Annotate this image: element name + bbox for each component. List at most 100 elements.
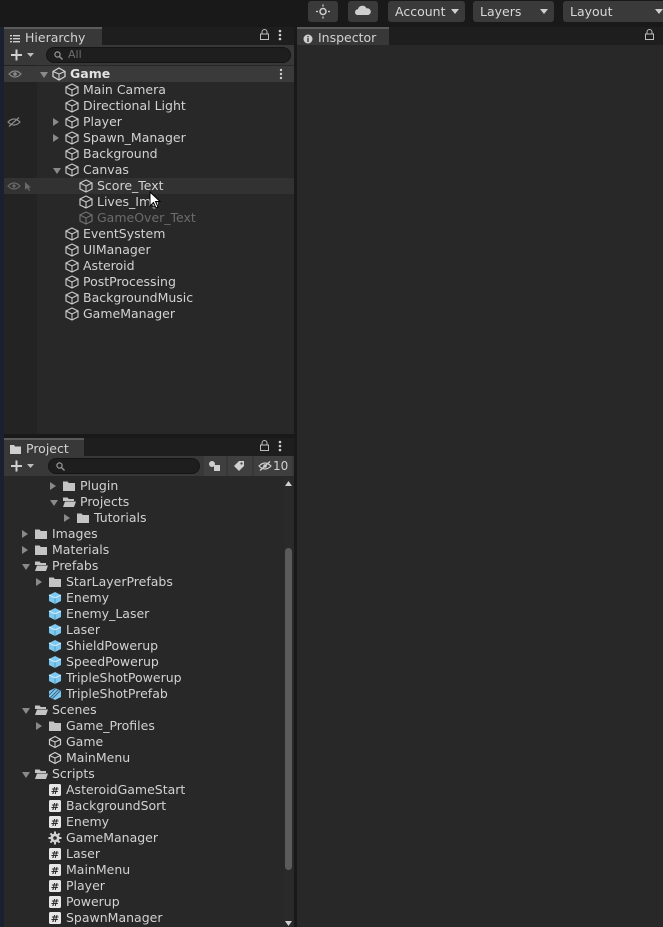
chevron-right-icon[interactable] <box>22 530 28 538</box>
project-item[interactable]: TripleShotPrefab <box>4 686 294 702</box>
project-scrollbar[interactable] <box>284 478 293 927</box>
create-button[interactable] <box>8 46 38 64</box>
hierarchy-item[interactable]: Background <box>4 146 294 162</box>
chevron-down-icon[interactable] <box>22 708 30 714</box>
project-item[interactable]: Tutorials <box>4 510 294 526</box>
chevron-right-icon[interactable] <box>22 546 28 554</box>
plus-icon <box>11 49 34 61</box>
project-item[interactable]: # SpawnManager <box>4 910 294 926</box>
project-item[interactable]: # Laser <box>4 846 294 862</box>
project-item[interactable]: GameManager <box>4 830 294 846</box>
cloud-button[interactable] <box>348 1 378 22</box>
scene-header-row[interactable]: Game <box>4 66 294 82</box>
scroll-down-icon[interactable] <box>285 921 292 926</box>
project-item[interactable]: Plugin <box>4 478 294 494</box>
project-item[interactable]: StarLayerPrefabs <box>4 574 294 590</box>
chevron-right-icon[interactable] <box>50 482 56 490</box>
project-toolbar: 10 <box>4 456 294 476</box>
project-search-input[interactable] <box>48 458 200 474</box>
project-item[interactable]: TripleShotPowerup <box>4 670 294 686</box>
project-item[interactable]: Scripts <box>4 766 294 782</box>
hierarchy-item[interactable]: UIManager <box>4 242 294 258</box>
project-item[interactable]: MainMenu <box>4 750 294 766</box>
search-by-label-button[interactable] <box>228 456 252 476</box>
search-by-type-button[interactable] <box>204 456 226 476</box>
project-item[interactable]: Enemy <box>4 590 294 606</box>
project-item[interactable]: Game_Profiles <box>4 718 294 734</box>
project-item[interactable]: # MainMenu <box>4 862 294 878</box>
svg-text:#: # <box>51 818 59 829</box>
project-item[interactable]: Images <box>4 526 294 542</box>
account-dropdown[interactable]: Account <box>388 1 465 22</box>
chevron-right-icon[interactable] <box>53 118 59 126</box>
hidden-packages-toggle[interactable]: 10 <box>254 456 292 476</box>
project-item[interactable]: Enemy_Laser <box>4 606 294 622</box>
chevron-down-icon[interactable] <box>22 772 30 778</box>
main-toolbar: Account Layers Layout <box>0 0 663 26</box>
project-item[interactable]: SpeedPowerup <box>4 654 294 670</box>
project-item[interactable]: Prefabs <box>4 558 294 574</box>
project-item[interactable]: # AsteroidGameStart <box>4 782 294 798</box>
tab-project[interactable]: Project <box>4 438 84 456</box>
cube-icon <box>65 275 79 289</box>
folder-icon <box>35 545 47 555</box>
hierarchy-item[interactable]: GameOver_Text <box>4 210 294 226</box>
scrollbar-thumb[interactable] <box>285 548 292 870</box>
chevron-down-icon[interactable] <box>53 168 61 174</box>
hierarchy-menu-icon[interactable] <box>278 29 282 43</box>
project-item[interactable]: ShieldPowerup <box>4 638 294 654</box>
layers-dropdown[interactable]: Layers <box>473 1 554 22</box>
cube-icon <box>79 211 93 225</box>
tab-hierarchy[interactable]: Hierarchy <box>4 27 102 45</box>
project-item[interactable]: Laser <box>4 622 294 638</box>
hierarchy-item[interactable]: GameManager <box>4 306 294 322</box>
inspector-lock-icon[interactable] <box>645 29 654 43</box>
project-lock-icon[interactable] <box>260 440 269 454</box>
chevron-right-icon[interactable] <box>36 578 42 586</box>
hierarchy-item[interactable]: EventSystem <box>4 226 294 242</box>
tag-icon <box>234 461 244 471</box>
eye-slash-icon <box>258 461 272 471</box>
tab-inspector[interactable]: Inspector <box>297 27 389 45</box>
project-item[interactable]: # Enemy <box>4 814 294 830</box>
chevron-right-icon[interactable] <box>64 514 70 522</box>
hierarchy-item[interactable]: BackgroundMusic <box>4 290 294 306</box>
hierarchy-item[interactable]: Spawn_Manager <box>4 130 294 146</box>
chevron-down-icon[interactable] <box>40 72 48 78</box>
hierarchy-item[interactable]: Asteroid <box>4 258 294 274</box>
project-menu-icon[interactable] <box>278 440 282 454</box>
layout-dropdown[interactable]: Layout <box>563 1 663 22</box>
visibility-picking-icon[interactable] <box>7 181 33 191</box>
chevron-right-icon[interactable] <box>36 722 42 730</box>
project-item[interactable]: Projects <box>4 494 294 510</box>
services-button[interactable] <box>308 1 338 22</box>
hierarchy-item-label: PostProcessing <box>83 274 176 289</box>
chevron-right-icon[interactable] <box>53 134 59 142</box>
hidden-eye-icon[interactable] <box>7 117 21 127</box>
project-create-button[interactable] <box>8 457 38 475</box>
project-item[interactable]: Game <box>4 734 294 750</box>
hierarchy-search-input[interactable]: All <box>46 47 291 63</box>
search-icon <box>54 51 63 60</box>
hierarchy-item[interactable]: Directional Light <box>4 98 294 114</box>
project-item-label: Enemy <box>66 590 110 605</box>
hierarchy-item[interactable]: Canvas <box>4 162 294 178</box>
project-item[interactable]: Materials <box>4 542 294 558</box>
tab-hierarchy-label: Hierarchy <box>25 30 86 45</box>
project-item-label: BackgroundSort <box>66 798 167 813</box>
project-item[interactable]: # BackgroundSort <box>4 798 294 814</box>
project-item[interactable]: # Player <box>4 878 294 894</box>
hierarchy-item[interactable]: PostProcessing <box>4 274 294 290</box>
project-item[interactable]: Scenes <box>4 702 294 718</box>
eye-icon[interactable] <box>8 69 22 79</box>
hierarchy-lock-icon[interactable] <box>260 29 269 43</box>
hierarchy-item-label: Spawn_Manager <box>83 130 186 145</box>
hierarchy-item[interactable]: Main Camera <box>4 82 294 98</box>
chevron-down-icon[interactable] <box>50 500 58 506</box>
scene-menu-icon[interactable] <box>279 68 283 80</box>
project-item[interactable]: # Powerup <box>4 894 294 910</box>
scroll-up-icon[interactable] <box>285 481 292 486</box>
svg-text:#: # <box>51 898 59 909</box>
hierarchy-item[interactable]: Player <box>4 114 294 130</box>
chevron-down-icon[interactable] <box>22 564 30 570</box>
